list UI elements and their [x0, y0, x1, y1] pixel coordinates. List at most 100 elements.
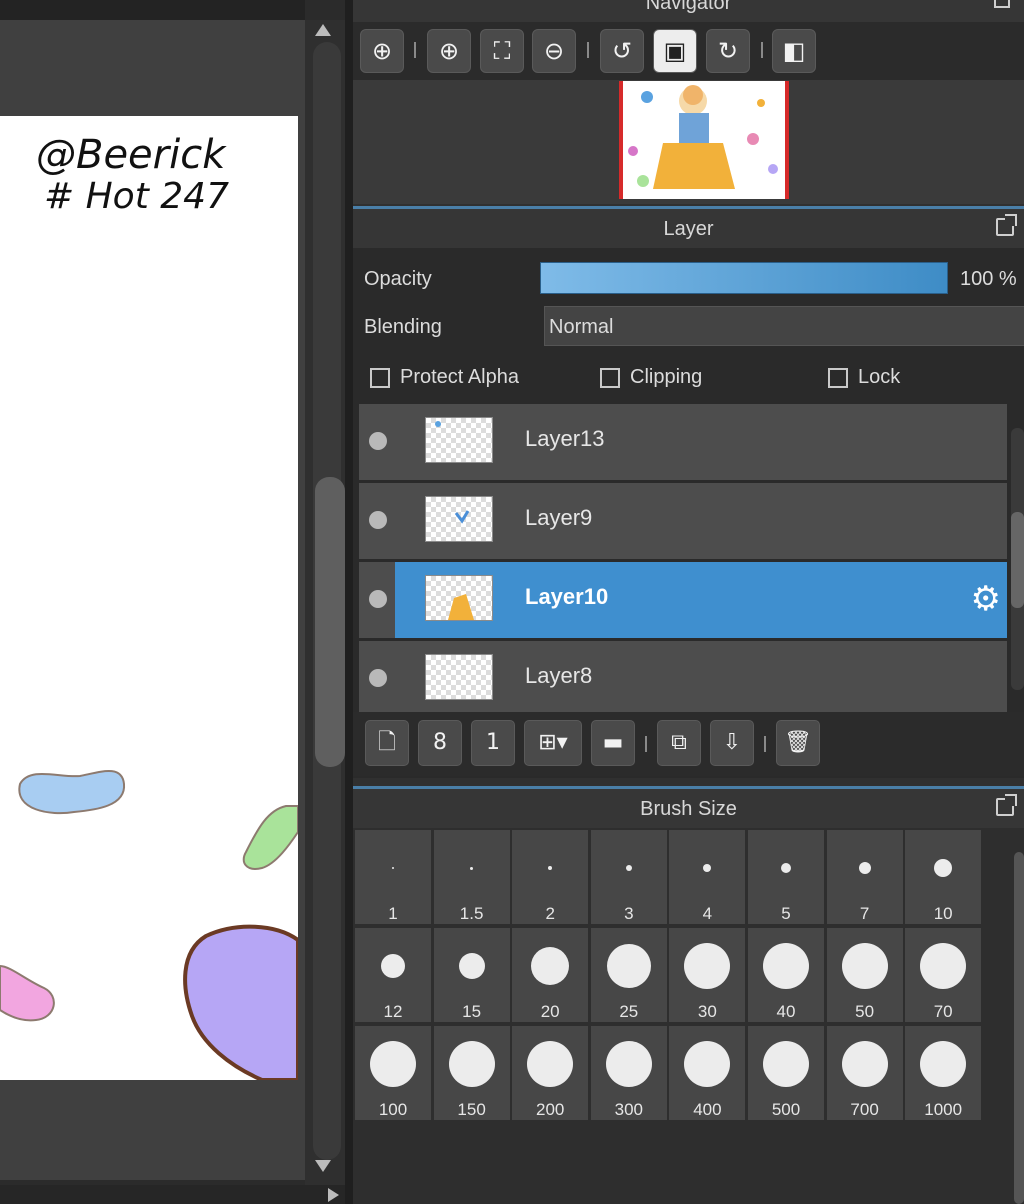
toolbar-separator — [587, 42, 589, 58]
brush-size-label: 100 — [378, 1100, 408, 1119]
brush-size-label: 400 — [693, 1100, 722, 1119]
layer-list-scrollbar[interactable] — [1011, 428, 1024, 690]
brush-size-dot — [470, 866, 474, 870]
zoom-fit-button[interactable]: ⊕ — [360, 29, 404, 73]
brush-size-dot — [448, 1041, 495, 1087]
brush-size-cell[interactable]: 15 — [433, 928, 510, 1022]
brush-size-cell[interactable]: 4 — [669, 830, 746, 924]
layer-list: Layer13 Layer9 Layer10 ⚙ Layer8 — [359, 404, 1007, 712]
layer-list-scroll-thumb[interactable] — [1011, 512, 1024, 608]
brush-size-cell[interactable]: 1.5 — [433, 830, 510, 924]
brush-size-cell[interactable]: 300 — [590, 1026, 667, 1120]
brush-size-cell[interactable]: 30 — [669, 928, 746, 1022]
protect-alpha-checkbox[interactable]: Protect Alpha — [370, 366, 519, 389]
new-layer-icon: 🗋 — [378, 730, 396, 755]
brush-size-cell[interactable]: 40 — [748, 928, 824, 1022]
layer-row[interactable]: Layer8 — [359, 641, 1007, 712]
popout-icon[interactable] — [996, 794, 1017, 816]
new-folder-button[interactable]: ▬ — [591, 720, 635, 766]
rotate-right-button[interactable]: ↻ — [706, 29, 750, 73]
layer-row[interactable]: Layer13 — [359, 404, 1007, 480]
brush-size-cell[interactable]: 150 — [433, 1026, 510, 1120]
purple-blob — [183, 924, 298, 1080]
new-layer-button[interactable]: 🗋 — [365, 720, 409, 766]
brush-size-cell[interactable]: 5 — [748, 830, 824, 924]
new-8bit-layer-icon: 8 — [433, 730, 447, 755]
rotate-left-button[interactable]: ↺ — [600, 29, 644, 73]
flip-horizontal-button[interactable]: ◧ — [772, 29, 816, 73]
canvas-scroll-thumb[interactable] — [315, 477, 345, 767]
canvas-vertical-scrollbar[interactable] — [305, 20, 345, 1185]
brush-size-dot — [370, 1041, 416, 1087]
signature-line-2: # Hot 247 — [44, 176, 229, 217]
brush-size-cell[interactable]: 200 — [512, 1026, 589, 1120]
new-1bit-layer-button[interactable]: 1 — [471, 720, 515, 766]
zoom-in-button[interactable]: ⊕ — [427, 29, 471, 73]
brush-size-label: 1 — [388, 904, 398, 923]
restore-panel-icon[interactable] — [994, 0, 1010, 8]
lock-label: Lock — [858, 366, 901, 388]
delete-layer-button[interactable]: 🗑 — [776, 720, 820, 766]
brush-size-cell[interactable]: 100 — [355, 1026, 431, 1120]
navigator-thumbnail[interactable] — [619, 81, 789, 199]
rotate-left-icon: ↺ — [611, 37, 633, 65]
brush-size-cell[interactable]: 20 — [512, 928, 589, 1022]
lock-checkbox[interactable]: Lock — [828, 366, 900, 389]
visibility-dot-icon[interactable] — [369, 669, 387, 687]
brush-size-cell[interactable]: 25 — [590, 928, 667, 1022]
brush-size-label: 500 — [771, 1100, 801, 1119]
fit-window-button[interactable]: ⛶ — [480, 29, 524, 73]
brush-size-dot — [527, 1041, 574, 1087]
brush-size-cell[interactable]: 2 — [512, 830, 589, 924]
brush-size-dot — [392, 867, 394, 869]
right-panel: Navigator ⊕ ⊕ ⛶ ⊖ ↺ ▣ ↻ ◧ Layer Opacity … — [353, 0, 1024, 1204]
panel-splitter[interactable] — [345, 0, 353, 1204]
clipping-checkbox[interactable]: Clipping — [600, 366, 702, 389]
canvas-area[interactable]: @Beerick # Hot 247 — [0, 0, 346, 1204]
brush-size-cell[interactable]: 500 — [748, 1026, 824, 1120]
green-blob — [242, 805, 298, 870]
brush-size-cell[interactable]: 10 — [905, 830, 982, 924]
zoom-out-button[interactable]: ⊖ — [532, 29, 576, 73]
blending-select[interactable]: Normal — [544, 306, 1024, 346]
brush-size-dot — [841, 1041, 888, 1087]
new-8bit-layer-button[interactable]: 8 — [418, 720, 462, 766]
brush-size-label: 700 — [850, 1100, 879, 1119]
add-special-layer-icon: ⊞▾ — [538, 730, 568, 755]
toolbar-separator — [414, 42, 416, 58]
scroll-right-arrow-icon[interactable] — [328, 1188, 339, 1202]
gear-icon[interactable]: ⚙ — [971, 580, 1001, 618]
visibility-dot-icon[interactable] — [369, 590, 387, 608]
checkbox-box[interactable] — [600, 367, 620, 388]
blue-blob — [18, 770, 126, 815]
brush-size-cell[interactable]: 1000 — [905, 1026, 982, 1120]
fit-canvas-button[interactable]: ▣ — [653, 29, 697, 73]
brush-size-cell[interactable]: 70 — [905, 928, 982, 1022]
visibility-dot-icon[interactable] — [369, 432, 387, 450]
brush-size-cell[interactable]: 700 — [826, 1026, 903, 1120]
brush-panel-scrollbar[interactable] — [1014, 852, 1024, 1204]
brush-size-cell[interactable]: 400 — [669, 1026, 746, 1120]
drawing-paper[interactable]: @Beerick # Hot 247 — [0, 116, 298, 1080]
merge-down-button[interactable]: ⇩ — [710, 720, 754, 766]
canvas-scroll-track[interactable] — [313, 42, 345, 1160]
add-special-layer-button[interactable]: ⊞▾ — [524, 720, 582, 766]
brush-size-cell[interactable]: 7 — [826, 830, 903, 924]
opacity-slider[interactable] — [540, 262, 948, 294]
brush-size-cell[interactable]: 50 — [826, 928, 903, 1022]
checkbox-box[interactable] — [828, 367, 848, 388]
popout-icon[interactable] — [996, 214, 1017, 236]
layer-row[interactable]: Layer9 — [359, 483, 1007, 559]
duplicate-layer-button[interactable]: ⧉ — [657, 720, 701, 766]
navigator-preview[interactable] — [353, 80, 1024, 204]
brush-size-cell[interactable]: 12 — [355, 928, 431, 1022]
fit-canvas-icon: ▣ — [663, 37, 687, 65]
canvas-horizontal-scrollbar[interactable] — [0, 1185, 346, 1204]
scroll-down-arrow-icon[interactable] — [315, 1160, 331, 1172]
scroll-up-arrow-icon[interactable] — [315, 24, 331, 36]
brush-size-cell[interactable]: 3 — [590, 830, 667, 924]
visibility-dot-icon[interactable] — [369, 511, 387, 529]
layer-row-selected[interactable]: Layer10 ⚙ — [395, 562, 1007, 638]
brush-size-cell[interactable]: 1 — [355, 830, 431, 924]
checkbox-box[interactable] — [370, 367, 390, 388]
